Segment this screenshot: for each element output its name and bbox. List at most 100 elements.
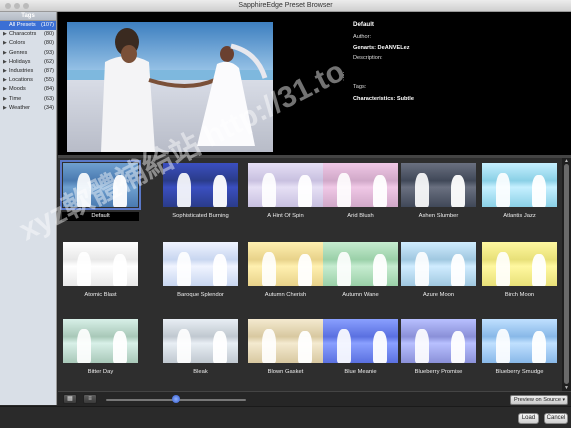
preset-image <box>63 242 138 286</box>
tag-item[interactable]: ▶ Colors (80) <box>0 39 56 48</box>
preset-thumbnail[interactable]: Azure Moon <box>400 242 477 300</box>
bride-figure <box>298 254 312 286</box>
tag-item[interactable]: ▶ Moods (84) <box>0 85 56 94</box>
tag-item[interactable]: ▶ Weather (34) <box>0 104 56 113</box>
tag-label: Time <box>9 95 22 102</box>
grid-view-button[interactable]: ▦ <box>63 394 77 404</box>
preset-label: Atlantis Jazz <box>503 213 536 219</box>
tag-label: Locations <box>9 77 33 84</box>
preset-thumbnail[interactable]: Birch Moon <box>481 242 558 300</box>
tag-item[interactable]: ▶ Time (63) <box>0 95 56 104</box>
preview-mode-select[interactable]: Preview on Source ▾ <box>510 395 568 405</box>
bride-figure <box>213 331 227 363</box>
bride-figure <box>451 254 465 286</box>
preset-label: Blown Gasket <box>267 369 304 375</box>
bride-figure <box>532 175 546 207</box>
preset-thumbnail[interactable]: Autumn Cherish <box>247 242 324 300</box>
tag-count: (80) <box>44 31 54 38</box>
grid-scrollbar[interactable]: ▲ ▼ <box>562 158 571 391</box>
tags-header: Tags <box>0 12 56 21</box>
characteristics-value: Characteristics: Subtle <box>353 95 414 102</box>
preset-image <box>248 163 323 207</box>
tag-label: Holidays <box>9 58 31 65</box>
tag-label: All Presets <box>9 22 36 28</box>
tag-item[interactable]: All Presets (107) <box>0 21 56 31</box>
preset-thumbnail[interactable]: A Hint Of Spin <box>247 163 324 221</box>
tag-count: (107) <box>40 22 54 28</box>
bride-figure <box>451 175 465 207</box>
preset-label: Bleak <box>193 369 208 375</box>
preset-label: Blueberry Smudge <box>495 369 544 375</box>
tag-item[interactable]: ▶ Locations (55) <box>0 76 56 85</box>
zoom-window-icon[interactable] <box>23 3 29 9</box>
preset-thumbnail[interactable]: Sophisticated Burning <box>162 163 239 221</box>
bride-figure <box>532 254 546 286</box>
bride-figure <box>113 331 127 363</box>
preset-thumbnail[interactable]: Atlantis Jazz <box>481 163 558 221</box>
preset-thumbnail[interactable]: Baroque Splendor <box>162 242 239 300</box>
scroll-thumb[interactable] <box>564 164 569 384</box>
preset-label: Blue Meanie <box>344 369 377 375</box>
tag-label: Genres <box>9 49 28 56</box>
preset-thumbnail[interactable]: Atomic Blast <box>62 242 139 300</box>
bride-figure <box>213 254 227 286</box>
preset-thumbnail[interactable]: Default <box>60 160 141 221</box>
tag-list: All Presets (107) ▶ Characotrs (80) ▶ Colors (8… <box>0 21 56 113</box>
preset-image <box>248 242 323 286</box>
preset-image <box>482 319 557 363</box>
tag-count: (55) <box>44 77 54 84</box>
tag-item[interactable]: ▶ Genres (93) <box>0 49 56 58</box>
preset-image <box>401 242 476 286</box>
preset-thumbnail[interactable]: Blueberry Promise <box>400 319 477 377</box>
preset-thumbnail[interactable]: Arid Blush <box>322 163 399 221</box>
preset-image <box>323 242 398 286</box>
groom-figure <box>262 173 276 207</box>
thumbnail-size-knob[interactable] <box>172 395 180 403</box>
list-view-button[interactable]: ≡ <box>83 394 97 404</box>
window-title: SapphireEdge Preset Browser <box>238 2 333 9</box>
preset-image <box>401 163 476 207</box>
groom-figure <box>262 252 276 286</box>
tag-label: Industries <box>9 67 34 74</box>
preset-thumbnail[interactable]: Ashen Slumber <box>400 163 477 221</box>
bride-figure <box>213 175 227 207</box>
preset-image <box>60 160 141 210</box>
tags-panel: Tags All Presets (107) ▶ Characotrs (80) ▶ Col… <box>0 12 57 405</box>
tag-count: (87) <box>44 67 54 74</box>
tag-item[interactable]: ▶ Characotrs (80) <box>0 30 56 39</box>
chevron-down-icon: ▾ <box>562 397 565 403</box>
tag-count: (80) <box>44 40 54 47</box>
preset-image <box>482 242 557 286</box>
groom-figure <box>496 173 510 207</box>
preset-thumbnail[interactable]: Blueberry Smudge <box>481 319 558 377</box>
preset-thumbnail[interactable]: Bleak <box>162 319 239 377</box>
preset-label: Autumn Cherish <box>264 292 307 298</box>
preset-label: Bitter Day <box>87 369 114 375</box>
cancel-button[interactable]: Cancel <box>544 413 568 424</box>
preset-thumbnail[interactable]: Blown Gasket <box>247 319 324 377</box>
preset-grid: Default Sophisticated Burning A Hint Of Sp… <box>58 158 562 391</box>
tag-item[interactable]: ▶ Industries (87) <box>0 67 56 76</box>
load-button[interactable]: Load <box>518 413 539 424</box>
preset-thumbnail[interactable]: Autumn Wane <box>322 242 399 300</box>
tag-item[interactable]: ▶ Holidays (62) <box>0 58 56 67</box>
groom-figure <box>77 252 91 286</box>
list-icon: ≡ <box>88 396 92 402</box>
tag-label: Characotrs <box>9 31 37 38</box>
info-divider-handle[interactable]: ⋮ ⋮ <box>340 72 347 82</box>
author-label: Author: <box>353 33 372 40</box>
minimize-window-icon[interactable] <box>14 3 20 9</box>
preset-label: Ashen Slumber <box>418 213 459 219</box>
close-window-icon[interactable] <box>5 3 11 9</box>
genarts-value: Genarts: DeANVELez <box>353 44 410 51</box>
groom-figure <box>177 329 191 363</box>
groom-figure <box>337 173 351 207</box>
bride-figure <box>113 175 127 207</box>
groom-figure <box>177 173 191 207</box>
preset-thumbnail[interactable]: Blue Meanie <box>322 319 399 377</box>
bride-figure <box>373 254 387 286</box>
groom-figure <box>77 329 91 363</box>
bride-figure <box>298 175 312 207</box>
preset-thumbnail[interactable]: Bitter Day <box>62 319 139 377</box>
preset-title: Default <box>353 21 374 28</box>
